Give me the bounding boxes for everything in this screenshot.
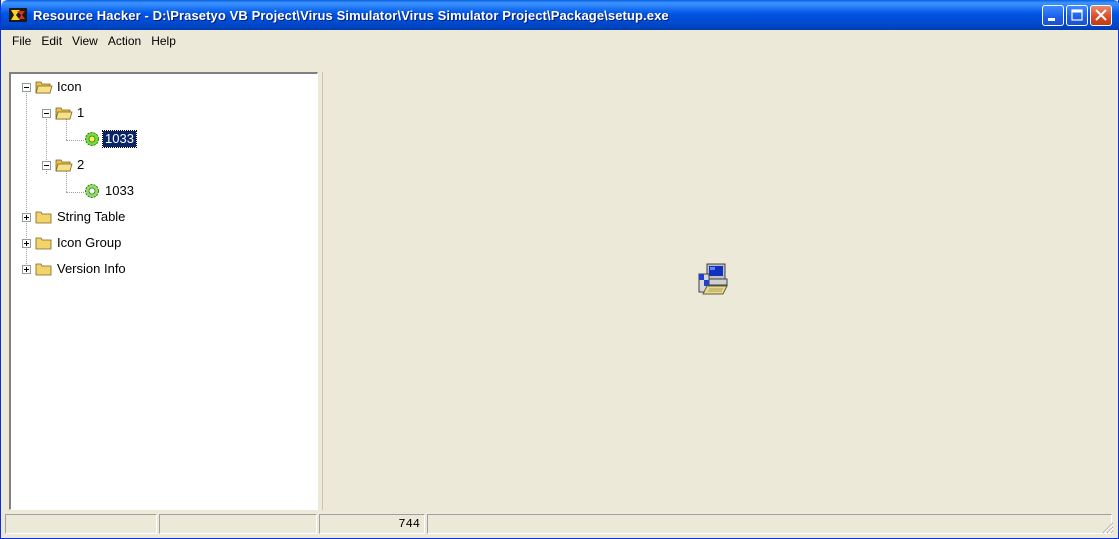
menu-action[interactable]: Action bbox=[103, 32, 146, 50]
gear-resource-icon bbox=[84, 183, 100, 199]
resource-preview-panel bbox=[322, 72, 1115, 510]
menu-bar: File Edit View Action Help bbox=[5, 31, 1115, 51]
tree-item-label: 1033 bbox=[105, 183, 134, 198]
open-folder-icon bbox=[55, 158, 73, 172]
minimize-button[interactable] bbox=[1042, 5, 1064, 26]
menu-edit[interactable]: Edit bbox=[36, 32, 67, 50]
maximize-button[interactable] bbox=[1066, 5, 1088, 26]
gear-resource-icon bbox=[84, 131, 100, 147]
expand-toggle[interactable] bbox=[22, 265, 31, 274]
close-button[interactable] bbox=[1090, 5, 1112, 26]
status-cell-1 bbox=[5, 514, 157, 534]
application-window: Resource Hacker - D:\Prasetyo VB Project… bbox=[0, 0, 1119, 539]
status-cell-2 bbox=[159, 514, 317, 534]
closed-folder-icon bbox=[35, 262, 53, 276]
tree-item-label: 2 bbox=[77, 157, 85, 172]
collapse-toggle[interactable] bbox=[42, 109, 51, 118]
expand-toggle[interactable] bbox=[22, 239, 31, 248]
tree-connector bbox=[66, 140, 84, 141]
close-icon bbox=[1095, 9, 1107, 21]
tree-connector bbox=[66, 192, 84, 193]
status-size-value: 744 bbox=[319, 514, 425, 534]
status-cell-4 bbox=[427, 514, 1112, 534]
closed-folder-icon bbox=[35, 210, 53, 224]
tree-item-label: 1 bbox=[77, 105, 85, 120]
title-bar[interactable]: Resource Hacker - D:\Prasetyo VB Project… bbox=[1, 0, 1119, 30]
resource-hacker-icon[interactable] bbox=[9, 7, 27, 23]
tree-item-label: Icon bbox=[57, 79, 82, 94]
collapse-toggle[interactable] bbox=[22, 83, 31, 92]
tree-item-label: 1033 bbox=[102, 130, 137, 148]
resource-tree[interactable]: Icon 1 1033 2 1033 String Table Icon Gro… bbox=[9, 72, 318, 510]
closed-folder-icon bbox=[35, 236, 53, 250]
collapse-toggle[interactable] bbox=[42, 161, 51, 170]
resize-grip-icon[interactable] bbox=[1100, 520, 1114, 534]
menu-view[interactable]: View bbox=[67, 32, 103, 50]
menu-file[interactable]: File bbox=[7, 32, 36, 50]
maximize-icon bbox=[1071, 9, 1083, 21]
expand-toggle[interactable] bbox=[22, 213, 31, 222]
menu-help[interactable]: Help bbox=[146, 32, 181, 50]
tree-item-label: String Table bbox=[57, 209, 126, 224]
status-bar: 744 bbox=[5, 514, 1116, 536]
minimize-icon bbox=[1048, 18, 1055, 21]
setup-installer-icon bbox=[695, 262, 731, 298]
tree-item-label: Version Info bbox=[57, 261, 126, 276]
tree-item-label: Icon Group bbox=[57, 235, 122, 250]
open-folder-icon bbox=[55, 106, 73, 120]
window-title: Resource Hacker - D:\Prasetyo VB Project… bbox=[33, 7, 669, 23]
open-folder-icon bbox=[35, 80, 53, 94]
